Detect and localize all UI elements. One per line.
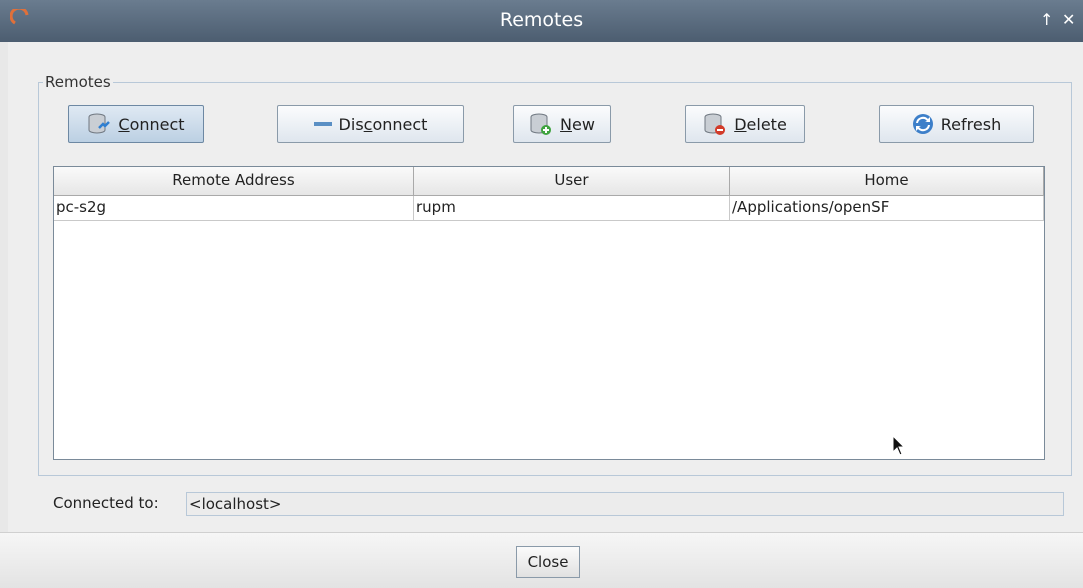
connect-button[interactable]: Connect: [68, 105, 204, 143]
button-bar: Close: [0, 532, 1083, 588]
column-header-home[interactable]: Home: [730, 167, 1044, 195]
dialog-body: Remotes Connect Disconnect New Delete Re…: [8, 42, 1083, 532]
new-button[interactable]: New: [513, 105, 611, 143]
refresh-button[interactable]: Refresh: [879, 105, 1034, 143]
cell-home[interactable]: /Applications/openSF: [730, 196, 1044, 220]
group-legend: Remotes: [45, 73, 111, 91]
title-bar: Remotes ↑ ✕: [0, 0, 1083, 42]
remotes-table[interactable]: Remote Address User Home pc-s2g rupm /Ap…: [53, 166, 1045, 460]
mouse-pointer-icon: [892, 435, 906, 456]
arrow-up-icon[interactable]: ↑: [1040, 10, 1053, 29]
database-add-icon: [530, 113, 552, 135]
minus-icon: [313, 122, 332, 126]
connect-label: Connect: [118, 114, 185, 134]
connected-to-value: <localhost>: [186, 492, 1064, 516]
database-connect-icon: [88, 113, 111, 134]
delete-button[interactable]: Delete: [685, 105, 805, 143]
disconnect-button[interactable]: Disconnect: [277, 105, 464, 143]
window-title: Remotes: [499, 9, 584, 31]
column-header-user[interactable]: User: [414, 167, 730, 195]
disconnect-label: Disconnect: [338, 114, 428, 134]
column-header-remote-address[interactable]: Remote Address: [54, 167, 414, 195]
table-header: Remote Address User Home: [54, 167, 1044, 196]
refresh-label: Refresh: [940, 114, 1002, 134]
new-label: New: [560, 114, 595, 134]
table-row[interactable]: pc-s2g rupm /Applications/openSF: [54, 196, 1044, 221]
close-icon[interactable]: ✕: [1062, 10, 1075, 29]
connected-to-label: Connected to:: [53, 494, 159, 512]
database-delete-icon: [704, 113, 726, 135]
close-button[interactable]: Close: [516, 546, 580, 578]
delete-label: Delete: [734, 114, 787, 134]
refresh-icon: [912, 114, 933, 134]
cell-remote-address[interactable]: pc-s2g: [54, 196, 414, 220]
cell-user[interactable]: rupm: [414, 196, 730, 220]
